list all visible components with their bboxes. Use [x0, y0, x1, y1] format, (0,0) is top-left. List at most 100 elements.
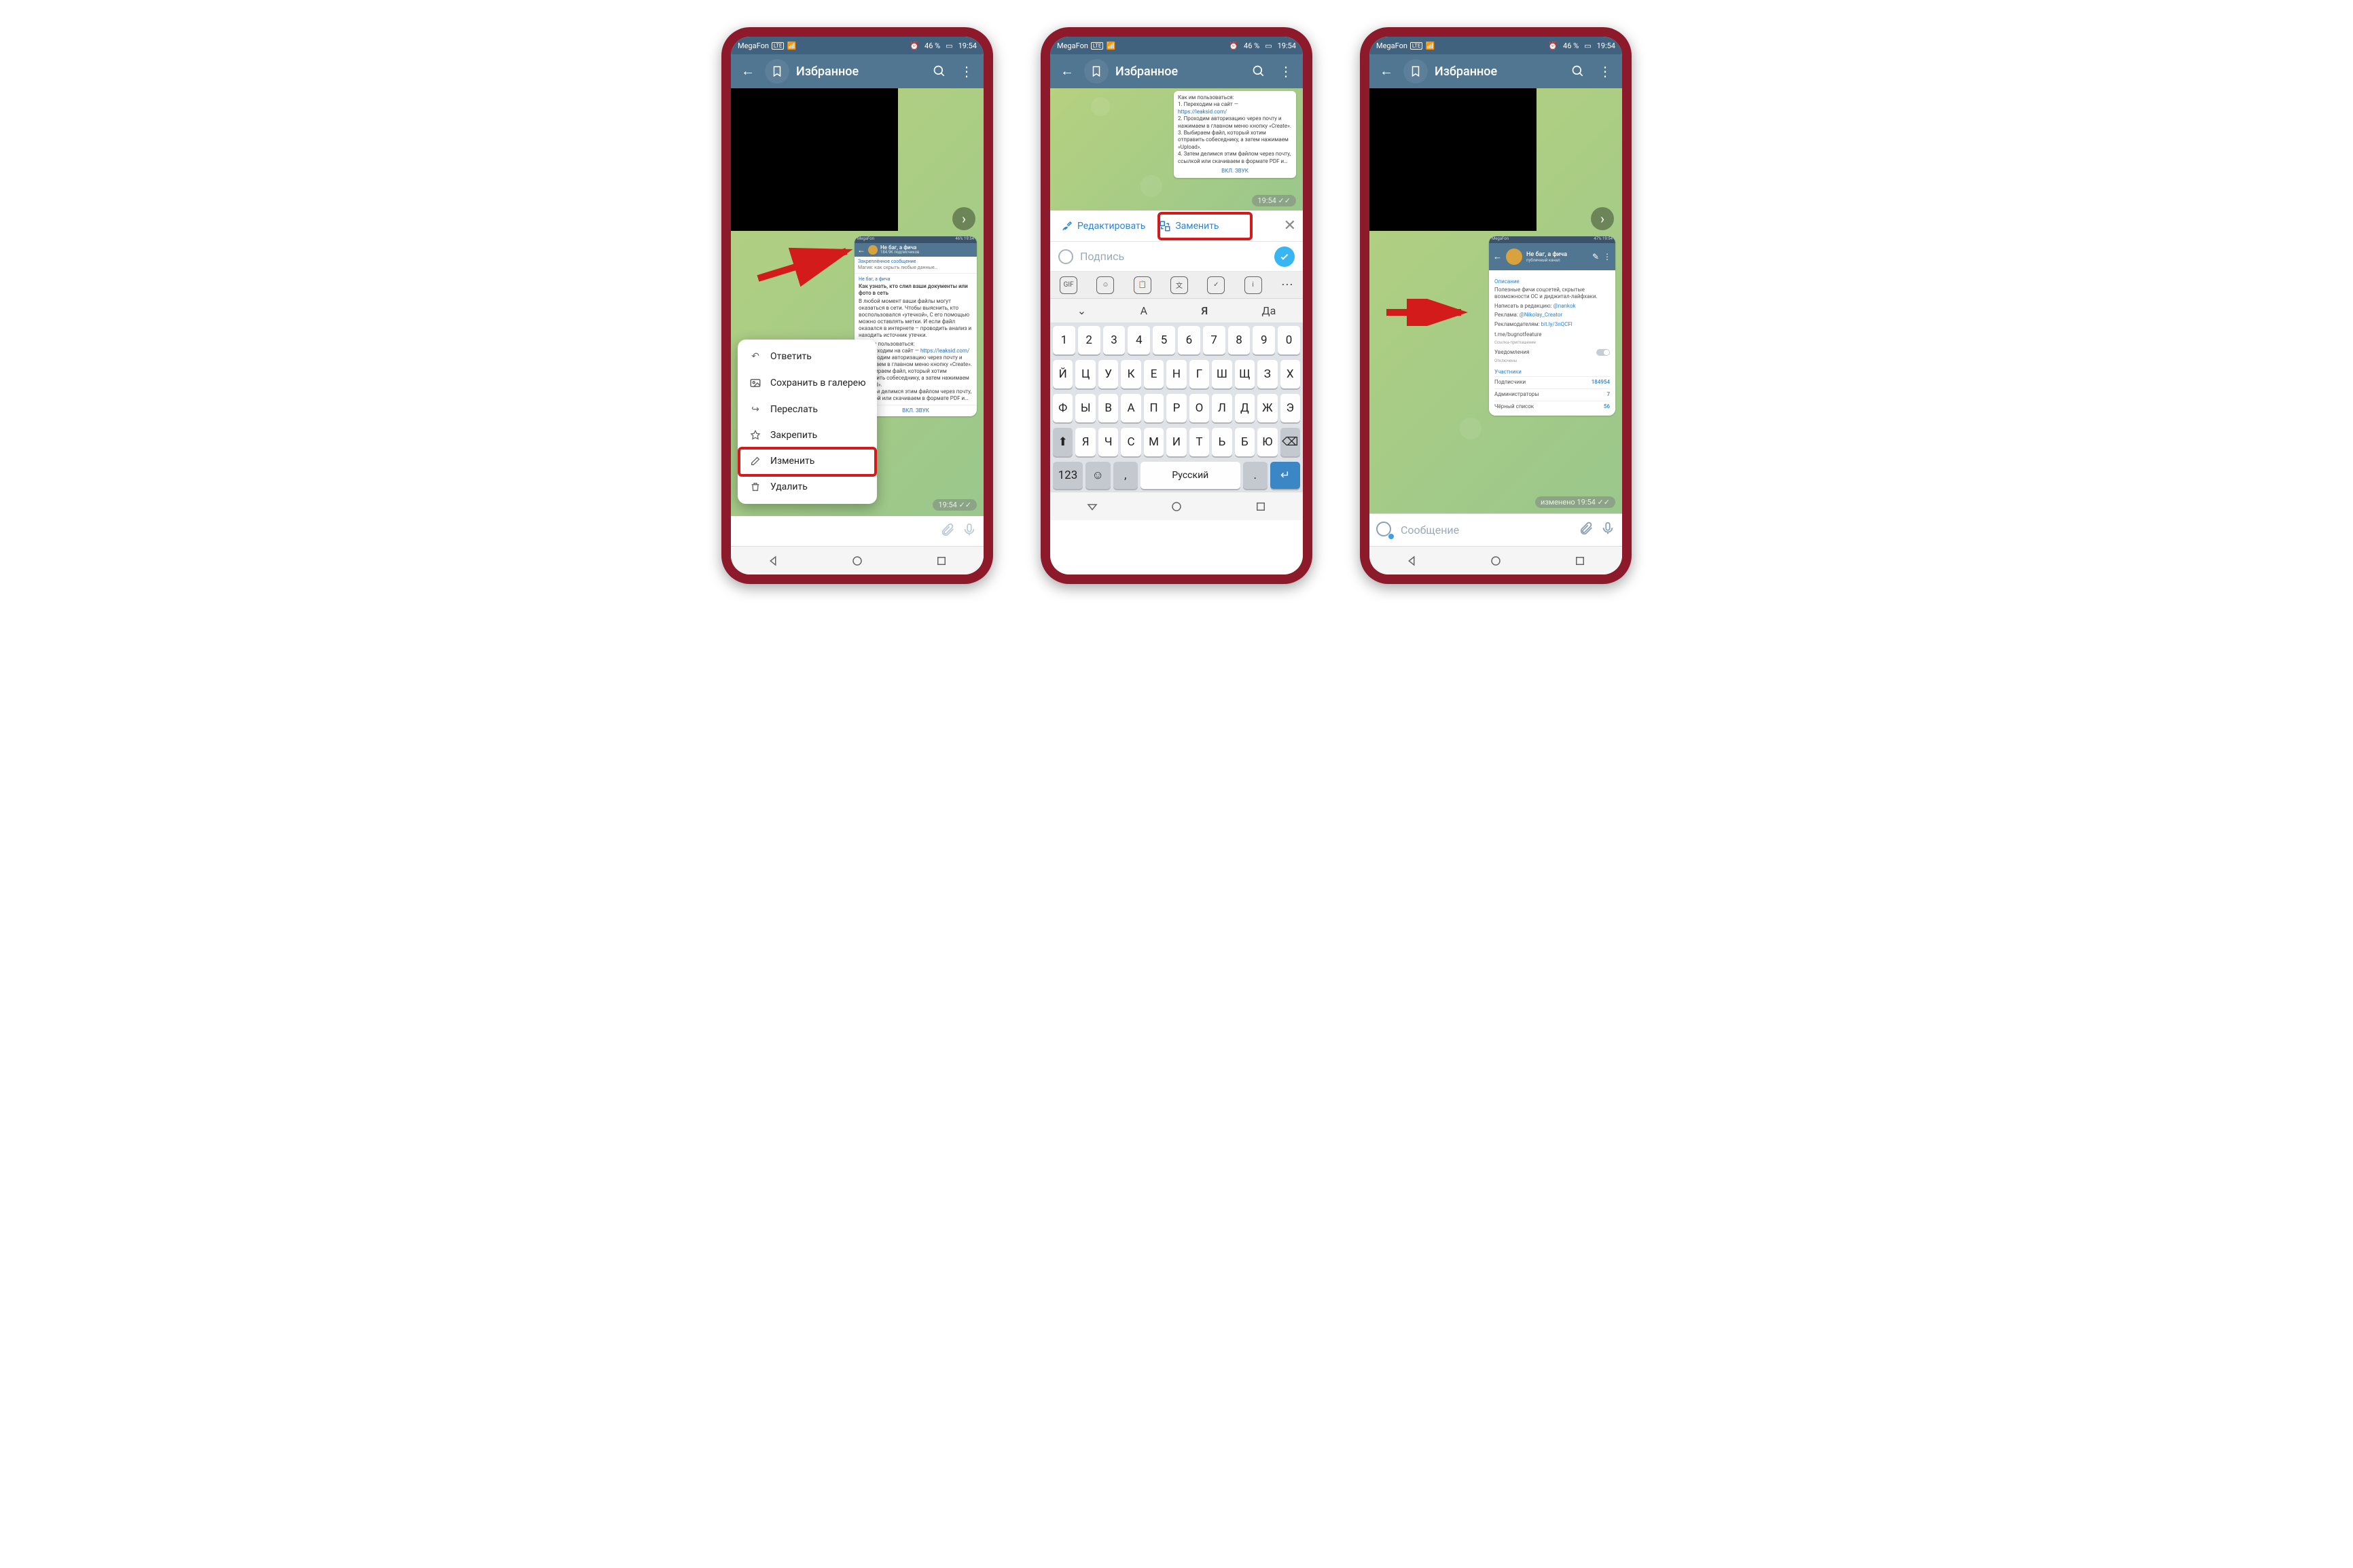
- key-shift[interactable]: ⬆: [1053, 428, 1073, 456]
- key-3[interactable]: 3: [1103, 326, 1126, 354]
- more-button[interactable]: ⋮: [956, 63, 977, 80]
- key-7[interactable]: 7: [1203, 326, 1225, 354]
- key-enter[interactable]: ↵: [1270, 462, 1300, 489]
- key-r1-1[interactable]: Ц: [1075, 360, 1095, 388]
- nav-recent-icon[interactable]: [1255, 500, 1267, 513]
- key-r3-7[interactable]: Б: [1235, 428, 1255, 456]
- saved-avatar[interactable]: [1403, 59, 1428, 84]
- emoji-button[interactable]: [1376, 522, 1394, 539]
- key-r1-2[interactable]: У: [1098, 360, 1118, 388]
- mic-icon[interactable]: [962, 522, 977, 541]
- key-r3-8[interactable]: Ю: [1257, 428, 1277, 456]
- key-r2-5[interactable]: Р: [1166, 394, 1186, 422]
- search-button[interactable]: [1568, 65, 1588, 78]
- collapse-kb[interactable]: ⌄: [1077, 304, 1086, 317]
- nav-home-icon[interactable]: [1170, 500, 1183, 513]
- key-backspace[interactable]: ⌫: [1280, 428, 1300, 456]
- key-dot[interactable]: .: [1243, 462, 1268, 489]
- key-r1-6[interactable]: Г: [1189, 360, 1209, 388]
- key-r2-2[interactable]: В: [1098, 394, 1118, 422]
- key-r3-3[interactable]: М: [1144, 428, 1164, 456]
- key-r2-9[interactable]: Ж: [1257, 394, 1277, 422]
- key-r1-10[interactable]: Х: [1280, 360, 1300, 388]
- key-r2-3[interactable]: А: [1121, 394, 1140, 422]
- key-r3-6[interactable]: Ь: [1212, 428, 1232, 456]
- key-r1-3[interactable]: К: [1121, 360, 1140, 388]
- key-r3-4[interactable]: И: [1166, 428, 1186, 456]
- search-button[interactable]: [1249, 65, 1269, 78]
- key-0[interactable]: 0: [1278, 326, 1300, 354]
- more-button[interactable]: ⋮: [1276, 63, 1296, 80]
- key-5[interactable]: 5: [1153, 326, 1175, 354]
- nav-home-icon[interactable]: [1490, 555, 1502, 567]
- kb-more-button[interactable]: ⋯: [1281, 278, 1293, 292]
- key-r2-1[interactable]: Ы: [1075, 394, 1095, 422]
- nav-kb-down-icon[interactable]: [1086, 500, 1098, 513]
- key-2[interactable]: 2: [1078, 326, 1100, 354]
- key-emoji[interactable]: ☺: [1085, 462, 1111, 489]
- key-comma[interactable]: ,: [1113, 462, 1138, 489]
- more-button[interactable]: ⋮: [1595, 63, 1615, 80]
- next-media-button[interactable]: ›: [952, 207, 975, 230]
- key-r2-8[interactable]: Д: [1235, 394, 1255, 422]
- attach-icon[interactable]: [940, 522, 955, 541]
- key-1[interactable]: 1: [1053, 326, 1075, 354]
- key-r1-5[interactable]: Н: [1166, 360, 1186, 388]
- key-r1-4[interactable]: Е: [1144, 360, 1164, 388]
- ctx-save[interactable]: Сохранить в галерею: [738, 369, 877, 397]
- kb-gif-button[interactable]: GIF: [1060, 276, 1077, 294]
- key-r2-7[interactable]: Л: [1212, 394, 1232, 422]
- saved-avatar[interactable]: [1084, 59, 1109, 84]
- key-r3-2[interactable]: С: [1121, 428, 1140, 456]
- key-space[interactable]: Русский: [1140, 462, 1240, 489]
- close-edit-button[interactable]: ✕: [1284, 217, 1296, 234]
- chat-title[interactable]: Избранное: [1435, 65, 1561, 79]
- chat-title[interactable]: Избранное: [796, 65, 922, 79]
- key-r1-7[interactable]: Ш: [1212, 360, 1232, 388]
- chat-title[interactable]: Избранное: [1115, 65, 1242, 79]
- key-9[interactable]: 9: [1253, 326, 1275, 354]
- key-r1-9[interactable]: З: [1257, 360, 1277, 388]
- nav-back-icon[interactable]: [767, 555, 779, 567]
- ctx-reply[interactable]: ↶ Ответить: [738, 344, 877, 369]
- ctx-forward[interactable]: ↪ Переслать: [738, 397, 877, 422]
- key-r2-4[interactable]: П: [1144, 394, 1164, 422]
- key-r3-1[interactable]: Ч: [1098, 428, 1118, 456]
- emoji-button[interactable]: [1058, 249, 1073, 264]
- key-r1-8[interactable]: Щ: [1235, 360, 1255, 388]
- attach-button[interactable]: [1579, 521, 1594, 539]
- kb-clipboard-button[interactable]: 📋: [1134, 276, 1151, 294]
- back-button[interactable]: ←: [738, 64, 758, 79]
- nav-back-icon[interactable]: [1405, 555, 1418, 567]
- key-r3-0[interactable]: Я: [1075, 428, 1095, 456]
- nav-recent-icon[interactable]: [935, 555, 948, 567]
- nav-home-icon[interactable]: [851, 555, 863, 567]
- kb-translate-button[interactable]: 文: [1170, 276, 1188, 294]
- key-4[interactable]: 4: [1128, 326, 1150, 354]
- message-input[interactable]: Сообщение: [1401, 524, 1572, 536]
- key-r3-5[interactable]: Т: [1189, 428, 1209, 456]
- next-media-button[interactable]: ›: [1591, 207, 1614, 230]
- key-r2-10[interactable]: Э: [1280, 394, 1300, 422]
- key-r1-0[interactable]: Й: [1053, 360, 1073, 388]
- replace-media-button[interactable]: Заменить: [1155, 220, 1223, 232]
- suggest-3[interactable]: Да: [1262, 304, 1276, 317]
- key-123[interactable]: 123: [1053, 462, 1083, 489]
- suggest-2[interactable]: Я: [1201, 304, 1208, 317]
- caption-input[interactable]: Подпись: [1080, 250, 1268, 263]
- message-bubble[interactable]: MegaFon47% 19:54 ← Не баг, а фича публич…: [1489, 236, 1615, 416]
- key-6[interactable]: 6: [1178, 326, 1200, 354]
- ctx-edit[interactable]: Изменить: [738, 448, 877, 474]
- key-r2-6[interactable]: О: [1189, 394, 1209, 422]
- back-button[interactable]: ←: [1376, 64, 1397, 79]
- edit-media-button[interactable]: Редактировать: [1057, 220, 1149, 232]
- ctx-pin[interactable]: Закрепить: [738, 422, 877, 448]
- nav-recent-icon[interactable]: [1574, 555, 1586, 567]
- kb-info-button[interactable]: i: [1244, 276, 1262, 294]
- search-button[interactable]: [929, 65, 950, 78]
- ctx-delete[interactable]: Удалить: [738, 474, 877, 500]
- key-r2-0[interactable]: Ф: [1053, 394, 1073, 422]
- message-bubble[interactable]: Как им пользоваться: 1. Переходим на сай…: [1174, 91, 1296, 178]
- back-button[interactable]: ←: [1057, 64, 1077, 79]
- send-button[interactable]: [1274, 247, 1295, 267]
